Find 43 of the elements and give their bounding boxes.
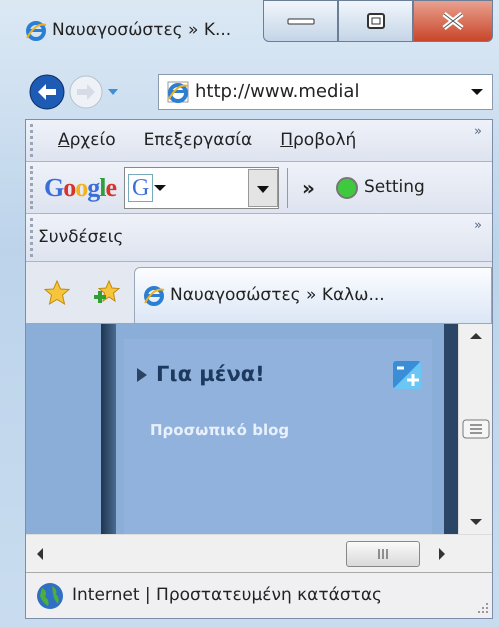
globe-icon [36,582,64,610]
dropdown-button[interactable] [248,168,278,206]
menu-item[interactable]: Προβολή [266,128,370,154]
scroll-up-icon[interactable] [468,332,482,340]
overflow-chevron[interactable]: » [464,120,492,144]
status-text: Internet | Προστατευμένη κατάστας [72,584,382,607]
browser-logo-icon [143,284,165,306]
close-button[interactable] [413,0,493,42]
browser-tab[interactable]: Ναυαγοσώστες » Καλω... [134,267,492,323]
minimize-button[interactable] [263,0,338,42]
browser-logo-icon [25,20,47,42]
search-field[interactable]: G [124,166,280,208]
menu-item[interactable]: Αρχείο [44,128,130,154]
address-text: http://www.medial [195,80,360,104]
maximize-button[interactable] [338,0,413,42]
add-star-icon[interactable] [94,280,120,306]
scroll-left-icon[interactable] [36,546,44,560]
dropdown-arrow-icon[interactable] [470,88,484,96]
close-icon [440,11,466,31]
overflow-chevron[interactable]: » [302,172,315,202]
maximize-icon [366,12,386,30]
resize-grip-icon[interactable] [477,602,489,614]
triangle-icon [136,366,148,383]
page-icon [167,80,189,102]
dropdown-arrow-icon[interactable] [153,184,168,192]
back-button[interactable] [29,74,65,110]
status-dot-icon [334,176,359,200]
address-field[interactable]: http://www.medial [158,74,493,110]
star-icon[interactable] [44,280,70,306]
window-title: Ναυαγοσώστες » Κ... [52,19,232,42]
widget-subtitle: Προσωπικό blog [150,420,290,440]
scroll-down-icon[interactable] [468,518,482,526]
scroll-right-icon[interactable] [438,546,446,560]
google-logo: Google [44,172,116,204]
settings-button[interactable]: Setting [364,174,425,200]
toggle-icon[interactable] [392,360,422,390]
menu-item[interactable]: Επεξεργασία [130,128,266,154]
widget-title: Για μένα! [156,361,265,388]
links-label[interactable]: Συνδέσεις [38,224,124,250]
overflow-chevron[interactable]: » [464,214,492,238]
search-engine-button[interactable]: G [128,174,154,202]
scroll-thumb[interactable] [346,540,420,566]
scroll-thumb-icon[interactable] [462,419,490,439]
